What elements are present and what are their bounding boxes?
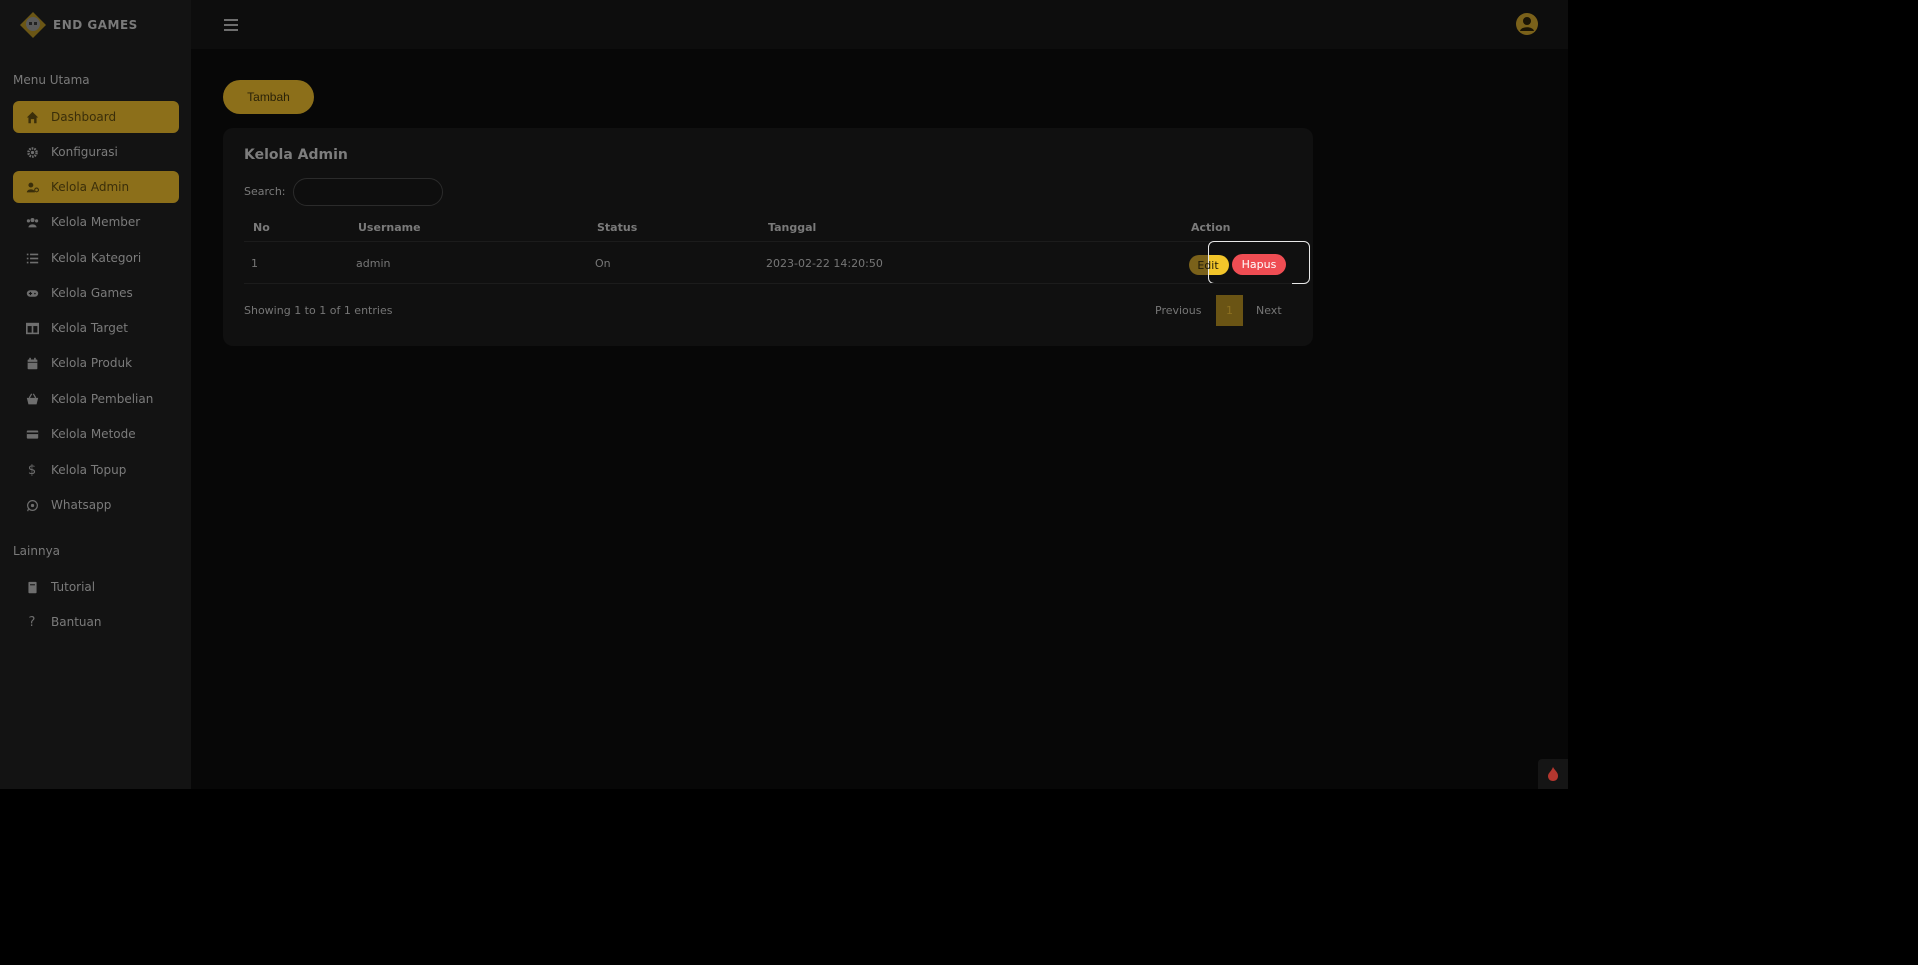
- users-icon: [25, 215, 39, 229]
- brand-name: END GAMES: [53, 18, 138, 32]
- sidebar-item-kelola-games[interactable]: Kelola Games: [13, 277, 179, 309]
- search-input[interactable]: [293, 178, 443, 206]
- sidebar-item-dashboard[interactable]: Dashboard: [13, 101, 179, 133]
- flame-icon[interactable]: [1538, 759, 1568, 789]
- calendar-icon: [25, 356, 39, 370]
- sidebar-item-kelola-pembelian[interactable]: Kelola Pembelian: [13, 383, 179, 415]
- sidebar-item-label: Whatsapp: [51, 498, 112, 512]
- hamburger-menu-icon[interactable]: [224, 19, 238, 31]
- book-icon: [25, 580, 39, 594]
- divider: [244, 283, 1292, 284]
- sidebar-item-tutorial[interactable]: Tutorial: [13, 571, 179, 603]
- divider: [244, 241, 1292, 242]
- user-avatar-icon[interactable]: [1516, 13, 1538, 35]
- cell-status: On: [595, 257, 611, 270]
- sidebar-item-kelola-produk[interactable]: Kelola Produk: [13, 347, 179, 379]
- sidebar-item-label: Kelola Kategori: [51, 251, 142, 265]
- sidebar-item-label: Kelola Metode: [51, 427, 136, 441]
- section-title-other: Lainnya: [13, 544, 61, 558]
- edit-button-label: Edit: [1197, 258, 1219, 272]
- column-header-username[interactable]: Username: [358, 221, 421, 234]
- focus-highlight: [1208, 241, 1310, 284]
- column-header-tanggal[interactable]: Tanggal: [768, 221, 816, 234]
- top-bar: [191, 0, 1568, 49]
- section-title-main: Menu Utama: [13, 73, 90, 87]
- search-label: Search:: [244, 185, 286, 198]
- cell-tanggal: 2023-02-22 14:20:50: [766, 257, 883, 270]
- list-icon: [25, 251, 39, 265]
- entries-info: Showing 1 to 1 of 1 entries: [244, 304, 393, 317]
- sidebar-item-konfigurasi[interactable]: Konfigurasi: [13, 136, 179, 168]
- sidebar-item-label: Kelola Topup: [51, 463, 127, 477]
- cell-no: 1: [251, 257, 258, 270]
- sidebar-item-label: Kelola Target: [51, 321, 128, 335]
- sidebar-item-label: Kelola Pembelian: [51, 392, 154, 406]
- whatsapp-icon: [25, 498, 39, 512]
- main-content: Tambah Kelola Admin Search: No Username …: [191, 49, 1568, 789]
- sidebar-item-label: Kelola Admin: [51, 180, 130, 194]
- question-icon: ?: [28, 614, 36, 630]
- sidebar-item-label: Tutorial: [51, 580, 96, 594]
- pagination-next[interactable]: Next: [1256, 304, 1282, 317]
- column-header-no[interactable]: No: [253, 221, 270, 234]
- sidebar-item-kelola-topup[interactable]: $ Kelola Topup: [13, 454, 179, 486]
- pagination-previous[interactable]: Previous: [1155, 304, 1202, 317]
- column-header-action: Action: [1191, 221, 1231, 234]
- sidebar-item-label: Dashboard: [51, 110, 117, 124]
- sidebar-item-label: Bantuan: [51, 615, 102, 629]
- sidebar-item-whatsapp[interactable]: Whatsapp: [13, 489, 179, 521]
- home-icon: [25, 110, 39, 124]
- sidebar-item-bantuan[interactable]: ? Bantuan: [13, 606, 179, 638]
- sidebar: END GAMES Menu Utama Dashboard Konfigura…: [0, 0, 191, 789]
- sidebar-item-kelola-kategori[interactable]: Kelola Kategori: [13, 242, 179, 274]
- table-icon: [25, 321, 39, 335]
- basket-icon: [25, 392, 39, 406]
- column-header-status[interactable]: Status: [597, 221, 637, 234]
- card-title: Kelola Admin: [244, 147, 348, 163]
- sidebar-item-label: Kelola Member: [51, 215, 141, 229]
- sidebar-item-label: Kelola Produk: [51, 356, 133, 370]
- sidebar-item-kelola-target[interactable]: Kelola Target: [13, 312, 179, 344]
- gamepad-icon: [25, 286, 39, 300]
- dollar-icon: $: [27, 462, 37, 478]
- add-button[interactable]: Tambah: [223, 80, 314, 114]
- sidebar-item-label: Konfigurasi: [51, 145, 118, 159]
- cell-username: admin: [356, 257, 391, 270]
- sidebar-item-label: Kelola Games: [51, 286, 133, 300]
- logo-icon: [20, 12, 46, 38]
- user-cog-icon: [25, 180, 39, 194]
- brand-logo[interactable]: END GAMES: [19, 11, 138, 39]
- sidebar-item-kelola-metode[interactable]: Kelola Metode: [13, 418, 179, 450]
- sidebar-item-kelola-member[interactable]: Kelola Member: [13, 206, 179, 238]
- admin-table-card: Kelola Admin Search: No Username Status …: [223, 128, 1313, 346]
- credit-card-icon: [25, 427, 39, 441]
- sidebar-item-kelola-admin[interactable]: Kelola Admin: [13, 171, 179, 203]
- pagination-page-1[interactable]: 1: [1216, 295, 1243, 326]
- gear-icon: [25, 145, 39, 159]
